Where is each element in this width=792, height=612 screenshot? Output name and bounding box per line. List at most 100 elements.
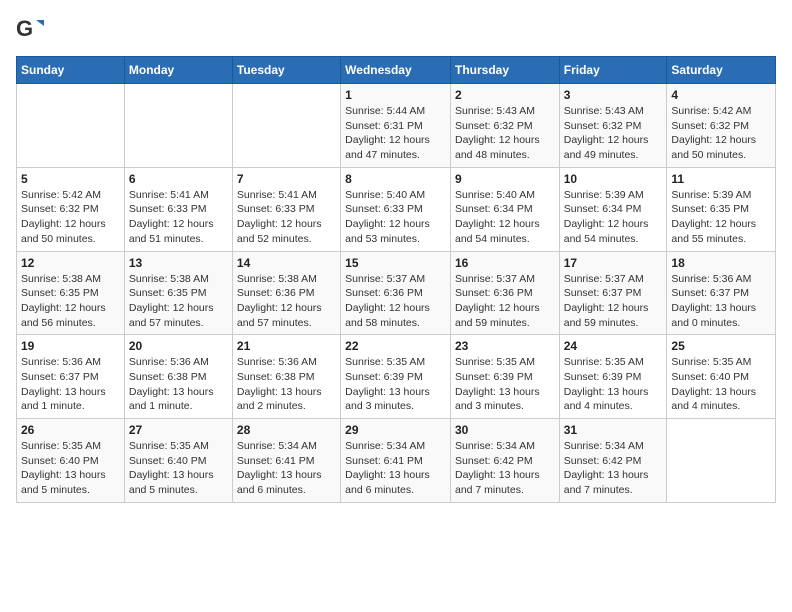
calendar-cell: 11 Sunrise: 5:39 AM Sunset: 6:35 PM Dayli… xyxy=(667,167,776,251)
day-header-monday: Monday xyxy=(124,57,232,84)
day-info: Sunrise: 5:37 AM Sunset: 6:36 PM Dayligh… xyxy=(455,272,555,331)
calendar-cell: 4 Sunrise: 5:42 AM Sunset: 6:32 PM Daylig… xyxy=(667,84,776,168)
calendar-cell: 21 Sunrise: 5:36 AM Sunset: 6:38 PM Dayli… xyxy=(232,335,340,419)
day-number: 30 xyxy=(455,423,555,437)
day-info: Sunrise: 5:44 AM Sunset: 6:31 PM Dayligh… xyxy=(345,104,446,163)
day-info: Sunrise: 5:35 AM Sunset: 6:39 PM Dayligh… xyxy=(345,355,446,414)
calendar-week-row: 19Sunrise: 5:36 AM Sunset: 6:37 PM Dayli… xyxy=(17,335,776,419)
day-info: Sunrise: 5:42 AM Sunset: 6:32 PM Dayligh… xyxy=(21,188,120,247)
day-number: 12 xyxy=(21,256,120,270)
calendar-cell: 29 Sunrise: 5:34 AM Sunset: 6:41 PM Dayli… xyxy=(341,419,451,503)
day-info: Sunrise: 5:39 AM Sunset: 6:35 PM Dayligh… xyxy=(671,188,771,247)
day-number: 2 xyxy=(455,88,555,102)
day-info: Sunrise: 5:35 AM Sunset: 6:39 PM Dayligh… xyxy=(564,355,663,414)
calendar-cell: 22Sunrise: 5:35 AM Sunset: 6:39 PM Dayli… xyxy=(341,335,451,419)
calendar-cell xyxy=(17,84,125,168)
day-number: 11 xyxy=(671,172,771,186)
calendar-cell: 19Sunrise: 5:36 AM Sunset: 6:37 PM Dayli… xyxy=(17,335,125,419)
calendar-cell: 5 Sunrise: 5:42 AM Sunset: 6:32 PM Daylig… xyxy=(17,167,125,251)
calendar-cell: 15 Sunrise: 5:37 AM Sunset: 6:36 PM Dayli… xyxy=(341,251,451,335)
day-number: 10 xyxy=(564,172,663,186)
day-info: Sunrise: 5:37 AM Sunset: 6:36 PM Dayligh… xyxy=(345,272,446,331)
calendar-cell: 28 Sunrise: 5:34 AM Sunset: 6:41 PM Dayli… xyxy=(232,419,340,503)
day-header-tuesday: Tuesday xyxy=(232,57,340,84)
svg-text:G: G xyxy=(16,16,33,41)
day-number: 20 xyxy=(129,339,228,353)
day-info: Sunrise: 5:35 AM Sunset: 6:40 PM Dayligh… xyxy=(21,439,120,498)
day-info: Sunrise: 5:40 AM Sunset: 6:33 PM Dayligh… xyxy=(345,188,446,247)
day-number: 21 xyxy=(237,339,336,353)
page-header: G xyxy=(16,16,776,44)
day-info: Sunrise: 5:42 AM Sunset: 6:32 PM Dayligh… xyxy=(671,104,771,163)
calendar-week-row: 5 Sunrise: 5:42 AM Sunset: 6:32 PM Daylig… xyxy=(17,167,776,251)
day-header-wednesday: Wednesday xyxy=(341,57,451,84)
calendar-table: SundayMondayTuesdayWednesdayThursdayFrid… xyxy=(16,56,776,503)
day-number: 6 xyxy=(129,172,228,186)
calendar-cell: 23 Sunrise: 5:35 AM Sunset: 6:39 PM Dayli… xyxy=(450,335,559,419)
day-header-thursday: Thursday xyxy=(450,57,559,84)
day-number: 25 xyxy=(671,339,771,353)
day-number: 1 xyxy=(345,88,446,102)
calendar-cell: 14 Sunrise: 5:38 AM Sunset: 6:36 PM Dayli… xyxy=(232,251,340,335)
calendar-cell: 2Sunrise: 5:43 AM Sunset: 6:32 PM Daylig… xyxy=(450,84,559,168)
day-info: Sunrise: 5:35 AM Sunset: 6:40 PM Dayligh… xyxy=(671,355,771,414)
calendar-header-row: SundayMondayTuesdayWednesdayThursdayFrid… xyxy=(17,57,776,84)
day-info: Sunrise: 5:36 AM Sunset: 6:38 PM Dayligh… xyxy=(237,355,336,414)
day-header-friday: Friday xyxy=(559,57,667,84)
day-number: 26 xyxy=(21,423,120,437)
calendar-cell: 26 Sunrise: 5:35 AM Sunset: 6:40 PM Dayli… xyxy=(17,419,125,503)
calendar-cell: 6 Sunrise: 5:41 AM Sunset: 6:33 PM Daylig… xyxy=(124,167,232,251)
calendar-week-row: 12 Sunrise: 5:38 AM Sunset: 6:35 PM Dayli… xyxy=(17,251,776,335)
day-info: Sunrise: 5:38 AM Sunset: 6:35 PM Dayligh… xyxy=(129,272,228,331)
logo-icon: G xyxy=(16,16,44,44)
day-number: 24 xyxy=(564,339,663,353)
day-number: 17 xyxy=(564,256,663,270)
day-info: Sunrise: 5:38 AM Sunset: 6:35 PM Dayligh… xyxy=(21,272,120,331)
calendar-cell: 30Sunrise: 5:34 AM Sunset: 6:42 PM Dayli… xyxy=(450,419,559,503)
day-number: 3 xyxy=(564,88,663,102)
day-header-sunday: Sunday xyxy=(17,57,125,84)
day-info: Sunrise: 5:39 AM Sunset: 6:34 PM Dayligh… xyxy=(564,188,663,247)
calendar-cell: 12 Sunrise: 5:38 AM Sunset: 6:35 PM Dayli… xyxy=(17,251,125,335)
day-number: 16 xyxy=(455,256,555,270)
calendar-cell: 31 Sunrise: 5:34 AM Sunset: 6:42 PM Dayli… xyxy=(559,419,667,503)
day-info: Sunrise: 5:34 AM Sunset: 6:41 PM Dayligh… xyxy=(345,439,446,498)
day-number: 5 xyxy=(21,172,120,186)
calendar-cell: 1 Sunrise: 5:44 AM Sunset: 6:31 PM Daylig… xyxy=(341,84,451,168)
day-info: Sunrise: 5:43 AM Sunset: 6:32 PM Dayligh… xyxy=(564,104,663,163)
day-info: Sunrise: 5:40 AM Sunset: 6:34 PM Dayligh… xyxy=(455,188,555,247)
day-number: 28 xyxy=(237,423,336,437)
day-number: 13 xyxy=(129,256,228,270)
day-number: 19 xyxy=(21,339,120,353)
day-info: Sunrise: 5:34 AM Sunset: 6:42 PM Dayligh… xyxy=(564,439,663,498)
calendar-cell: 3 Sunrise: 5:43 AM Sunset: 6:32 PM Daylig… xyxy=(559,84,667,168)
calendar-week-row: 1 Sunrise: 5:44 AM Sunset: 6:31 PM Daylig… xyxy=(17,84,776,168)
calendar-cell: 20Sunrise: 5:36 AM Sunset: 6:38 PM Dayli… xyxy=(124,335,232,419)
day-number: 9 xyxy=(455,172,555,186)
day-info: Sunrise: 5:41 AM Sunset: 6:33 PM Dayligh… xyxy=(129,188,228,247)
day-info: Sunrise: 5:36 AM Sunset: 6:37 PM Dayligh… xyxy=(671,272,771,331)
day-info: Sunrise: 5:35 AM Sunset: 6:39 PM Dayligh… xyxy=(455,355,555,414)
calendar-week-row: 26 Sunrise: 5:35 AM Sunset: 6:40 PM Dayli… xyxy=(17,419,776,503)
day-number: 27 xyxy=(129,423,228,437)
day-number: 4 xyxy=(671,88,771,102)
day-info: Sunrise: 5:34 AM Sunset: 6:41 PM Dayligh… xyxy=(237,439,336,498)
day-number: 29 xyxy=(345,423,446,437)
calendar-cell xyxy=(667,419,776,503)
calendar-cell: 10 Sunrise: 5:39 AM Sunset: 6:34 PM Dayli… xyxy=(559,167,667,251)
day-info: Sunrise: 5:38 AM Sunset: 6:36 PM Dayligh… xyxy=(237,272,336,331)
day-number: 8 xyxy=(345,172,446,186)
calendar-cell: 7Sunrise: 5:41 AM Sunset: 6:33 PM Daylig… xyxy=(232,167,340,251)
day-header-saturday: Saturday xyxy=(667,57,776,84)
calendar-cell: 17Sunrise: 5:37 AM Sunset: 6:37 PM Dayli… xyxy=(559,251,667,335)
day-number: 31 xyxy=(564,423,663,437)
calendar-cell: 27Sunrise: 5:35 AM Sunset: 6:40 PM Dayli… xyxy=(124,419,232,503)
day-number: 15 xyxy=(345,256,446,270)
calendar-cell xyxy=(232,84,340,168)
calendar-cell: 16 Sunrise: 5:37 AM Sunset: 6:36 PM Dayli… xyxy=(450,251,559,335)
day-number: 14 xyxy=(237,256,336,270)
calendar-cell: 13 Sunrise: 5:38 AM Sunset: 6:35 PM Dayli… xyxy=(124,251,232,335)
day-number: 23 xyxy=(455,339,555,353)
logo: G xyxy=(16,16,48,44)
day-number: 7 xyxy=(237,172,336,186)
